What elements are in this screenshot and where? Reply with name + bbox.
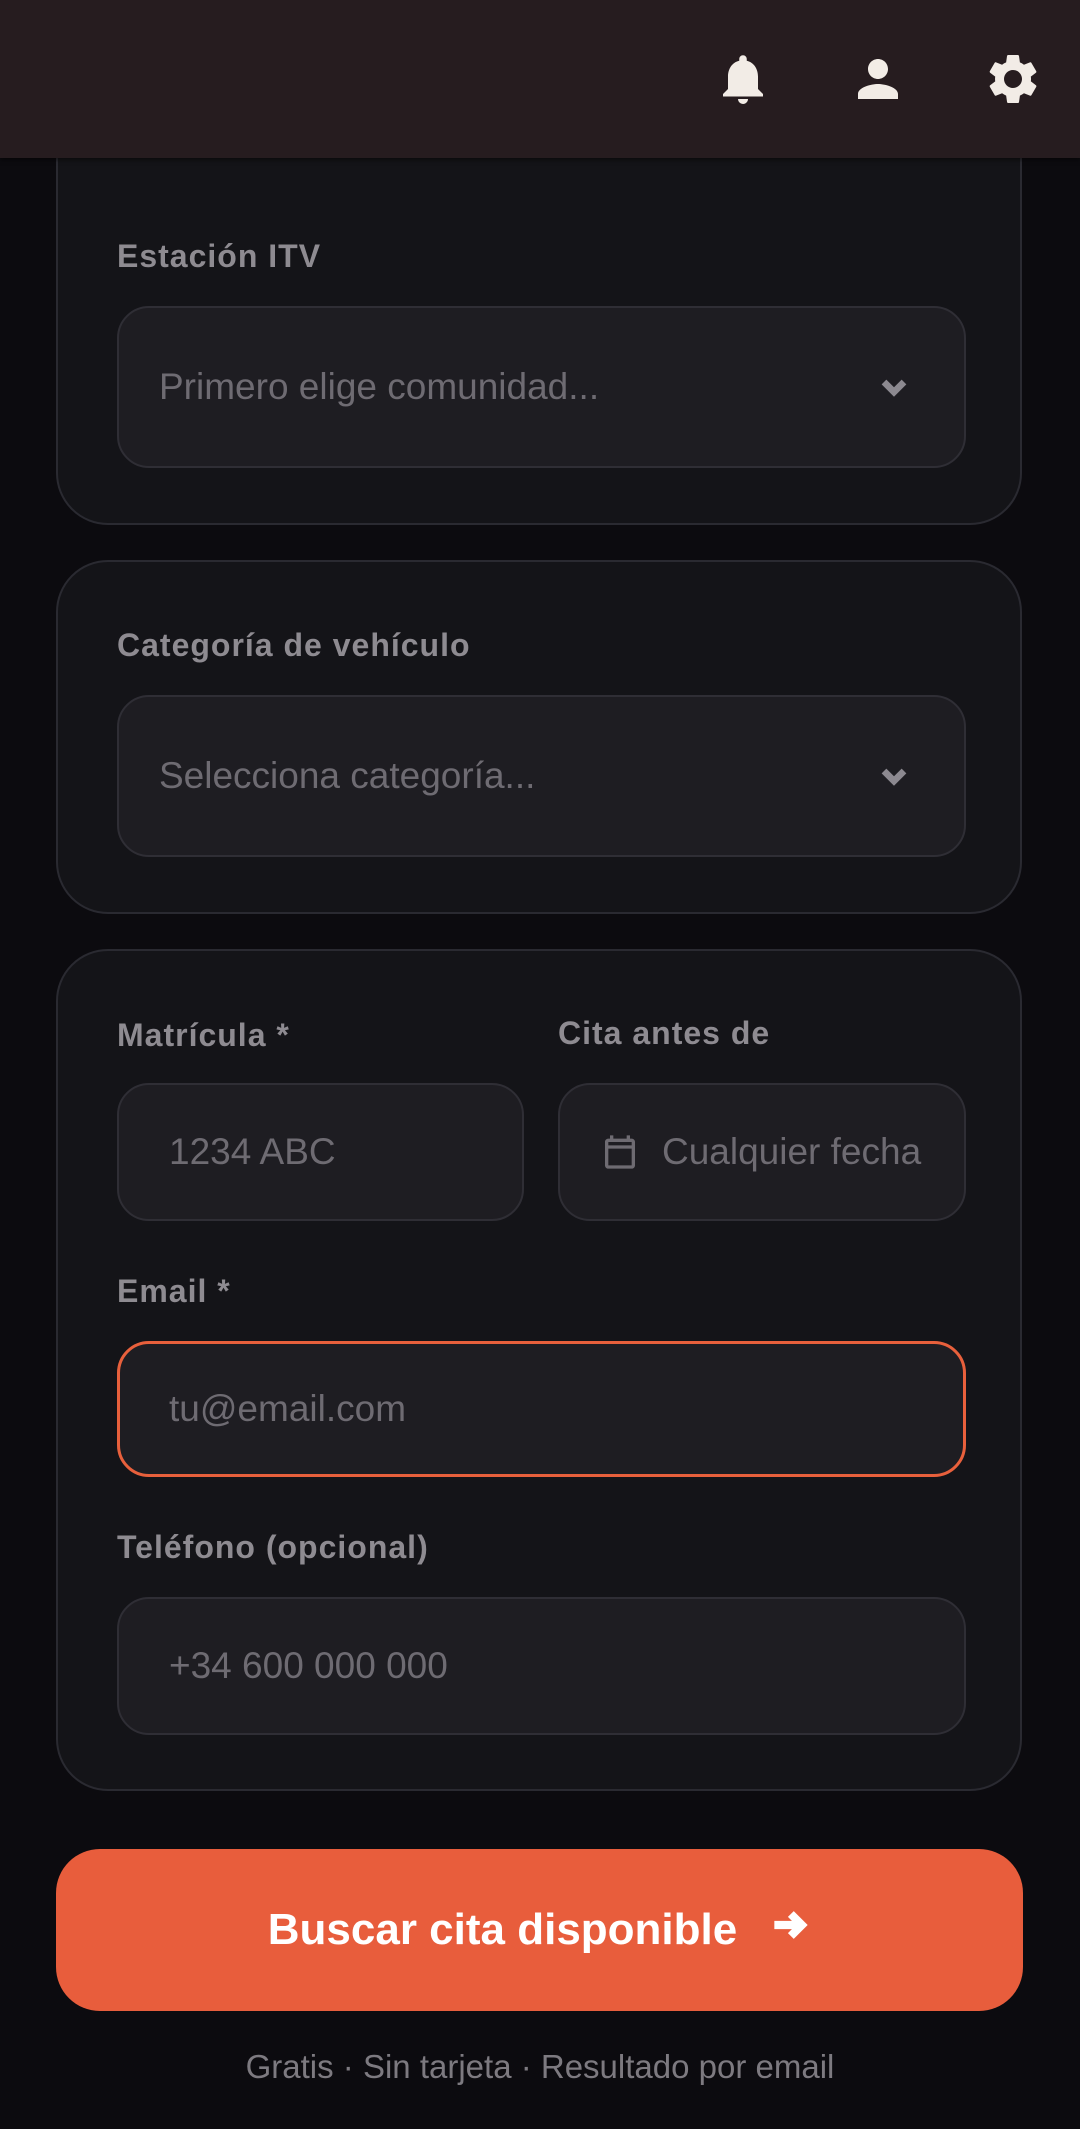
category-card: Categoría de vehículo Selecciona categor…: [56, 560, 1022, 914]
date-input[interactable]: Cualquier fecha: [558, 1083, 966, 1221]
category-select[interactable]: Selecciona categoría...: [117, 695, 966, 857]
email-placeholder: tu@email.com: [169, 1388, 407, 1429]
email-input[interactable]: tu@email.com: [117, 1341, 966, 1477]
phone-input[interactable]: +34 600 000 000: [117, 1597, 966, 1735]
gear-icon[interactable]: [978, 44, 1048, 114]
station-placeholder: Primero elige comunidad...: [159, 366, 600, 407]
phone-label: Teléfono (opcional): [117, 1529, 429, 1565]
top-app-bar: [0, 0, 1080, 158]
details-card: Matrícula * 1234 ABC Cita antes de Cualq…: [56, 949, 1022, 1791]
email-label: Email *: [117, 1273, 231, 1309]
date-placeholder: Cualquier fecha: [662, 1131, 922, 1172]
chevron-down-icon: [874, 756, 914, 796]
arrow-right-icon: [767, 1903, 811, 1958]
bell-icon[interactable]: [708, 44, 778, 114]
calendar-icon: [600, 1132, 640, 1172]
phone-placeholder: +34 600 000 000: [169, 1645, 448, 1686]
plate-label: Matrícula *: [117, 1017, 290, 1053]
plate-placeholder: 1234 ABC: [169, 1131, 336, 1172]
category-label: Categoría de vehículo: [117, 627, 471, 663]
search-appointment-label: Buscar cita disponible: [267, 1905, 738, 1954]
footnote-text: Gratis · Sin tarjeta · Resultado por ema…: [245, 2048, 835, 2085]
station-select[interactable]: Primero elige comunidad...: [117, 306, 966, 468]
station-label: Estación ITV: [117, 238, 322, 274]
person-icon[interactable]: [843, 44, 913, 114]
search-appointment-button[interactable]: Buscar cita disponible: [56, 1849, 1023, 2011]
date-label: Cita antes de: [558, 1015, 771, 1051]
chevron-down-icon: [874, 367, 914, 407]
plate-input[interactable]: 1234 ABC: [117, 1083, 524, 1221]
category-placeholder: Selecciona categoría...: [159, 755, 536, 796]
